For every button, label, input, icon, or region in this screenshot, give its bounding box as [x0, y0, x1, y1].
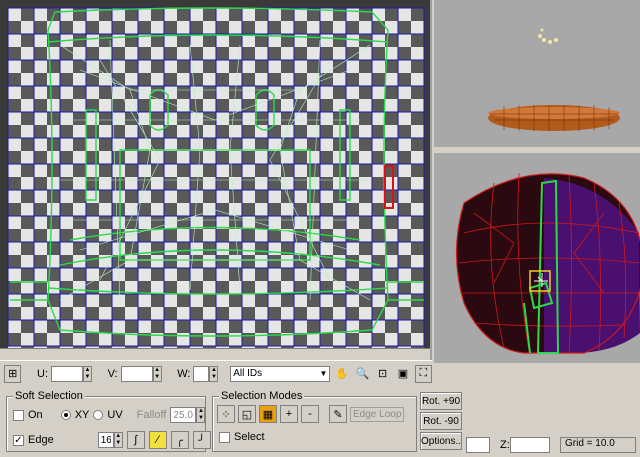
- grow-selection-button[interactable]: +: [280, 405, 298, 423]
- falloff-spinner[interactable]: ▲▼: [170, 407, 206, 423]
- v-spinner-arrows[interactable]: ▲ ▼: [152, 365, 162, 382]
- falloff-input[interactable]: [170, 407, 197, 423]
- uv-radio[interactable]: [93, 410, 104, 420]
- uv-wireframe[interactable]: [0, 0, 432, 360]
- w-spinner[interactable]: ▲ ▼: [193, 365, 219, 382]
- xy-radio[interactable]: [60, 410, 71, 420]
- edge-spinner[interactable]: ▲▼: [97, 432, 123, 448]
- falloff-slow-icon[interactable]: ╭: [170, 431, 189, 449]
- selected-uv-element: [384, 165, 394, 209]
- selection-modes-title: Selection Modes: [219, 390, 305, 402]
- falloff-smooth-icon[interactable]: ∫: [126, 431, 145, 449]
- falloff-spinner-arrows[interactable]: ▲ ▼: [196, 407, 206, 423]
- vertex-mode-icon[interactable]: ⁘: [217, 405, 235, 423]
- face-mode-icon[interactable]: ▦: [259, 405, 277, 423]
- v-spinner[interactable]: ▲ ▼: [120, 365, 162, 382]
- ids-dropdown-value: All IDs: [233, 368, 263, 379]
- u-label: U:: [37, 367, 48, 380]
- select-checkbox[interactable]: [219, 431, 230, 443]
- select-label: Select: [234, 431, 265, 443]
- bottom-panel: Soft Selection On XY UV Falloff ▲▼ ✓ Edg…: [0, 386, 640, 457]
- z-coordinate-field[interactable]: [510, 437, 550, 453]
- chevron-down-icon: ▼: [319, 369, 328, 378]
- options-button[interactable]: Options..: [420, 432, 462, 450]
- zoom-extents-icon[interactable]: ▣: [394, 364, 412, 383]
- head-mesh: [455, 172, 640, 354]
- edge-label: Edge: [28, 434, 54, 446]
- soft-selection-on-checkbox[interactable]: [13, 409, 24, 421]
- top-viewport-scene: [488, 28, 620, 131]
- pan-hand-icon[interactable]: ✋: [333, 364, 351, 383]
- falloff-fast-icon[interactable]: ╯: [192, 431, 211, 449]
- edge-mode-icon[interactable]: ◱: [238, 405, 256, 423]
- uv-toolbar: ⊞ U: ▲ ▼ V: ▲ ▼ W: ▲ ▼ All IDs ▼ ✋ 🔍 ⊡ ▣ ⛶: [0, 360, 433, 386]
- soft-selection-title: Soft Selection: [13, 390, 85, 402]
- y-coordinate-field[interactable]: [466, 437, 490, 453]
- edge-input[interactable]: [97, 432, 114, 448]
- grid-status: Grid = 10.0: [560, 437, 636, 453]
- vertex-markers: [538, 28, 558, 44]
- rotate-plus-90-button[interactable]: Rot. +90: [420, 392, 462, 410]
- ring-mesh: [488, 105, 620, 131]
- v-label: V:: [107, 367, 118, 380]
- uv-horizontal-scrollbar[interactable]: [0, 348, 430, 360]
- zoom-icon[interactable]: 🔍: [353, 364, 371, 383]
- soft-selection-group: Soft Selection On XY UV Falloff ▲▼ ✓ Edg…: [6, 390, 211, 452]
- uv-radio-label: UV: [107, 409, 123, 421]
- paint-select-icon[interactable]: ✎: [329, 405, 347, 423]
- z-label: Z:: [500, 439, 510, 451]
- edge-spinner-arrows[interactable]: ▲ ▼: [113, 432, 123, 448]
- edge-loop-button[interactable]: Edge Loop: [350, 406, 405, 422]
- uv-inner-wireframe: [59, 39, 371, 301]
- falloff-linear-icon[interactable]: ⁄: [148, 431, 167, 449]
- w-spinner-arrows[interactable]: ▲ ▼: [209, 365, 219, 382]
- xy-label: XY: [74, 409, 90, 421]
- zoom-region-icon[interactable]: ⊡: [374, 364, 392, 383]
- shrink-selection-button[interactable]: -: [301, 405, 319, 423]
- w-label: W:: [177, 367, 191, 380]
- w-input[interactable]: [193, 365, 210, 382]
- selection-modes-group: Selection Modes ⁘ ◱ ▦ + - ✎ Edge Loop Se…: [212, 390, 417, 452]
- u-input[interactable]: [51, 365, 83, 382]
- rotate-minus-90-button[interactable]: Rot. -90: [420, 412, 462, 430]
- uv-shell-outline: [10, 7, 424, 337]
- top-viewport[interactable]: [434, 0, 640, 150]
- freeform-mode-icon[interactable]: ⊞: [4, 364, 22, 383]
- v-input[interactable]: [120, 365, 153, 382]
- u-spinner[interactable]: ▲ ▼: [51, 365, 92, 382]
- falloff-label: Falloff: [136, 409, 167, 421]
- u-spinner-arrows[interactable]: ▲ ▼: [83, 365, 92, 382]
- perspective-viewport[interactable]: [434, 153, 640, 363]
- soft-selection-on-label: On: [28, 409, 43, 421]
- uv-editor-viewport[interactable]: [0, 0, 432, 360]
- edge-checkbox[interactable]: ✓: [13, 434, 24, 446]
- ids-dropdown[interactable]: All IDs ▼: [230, 365, 331, 382]
- lock-selection-icon[interactable]: ⛶: [414, 364, 433, 383]
- head-mesh-view: [455, 172, 640, 354]
